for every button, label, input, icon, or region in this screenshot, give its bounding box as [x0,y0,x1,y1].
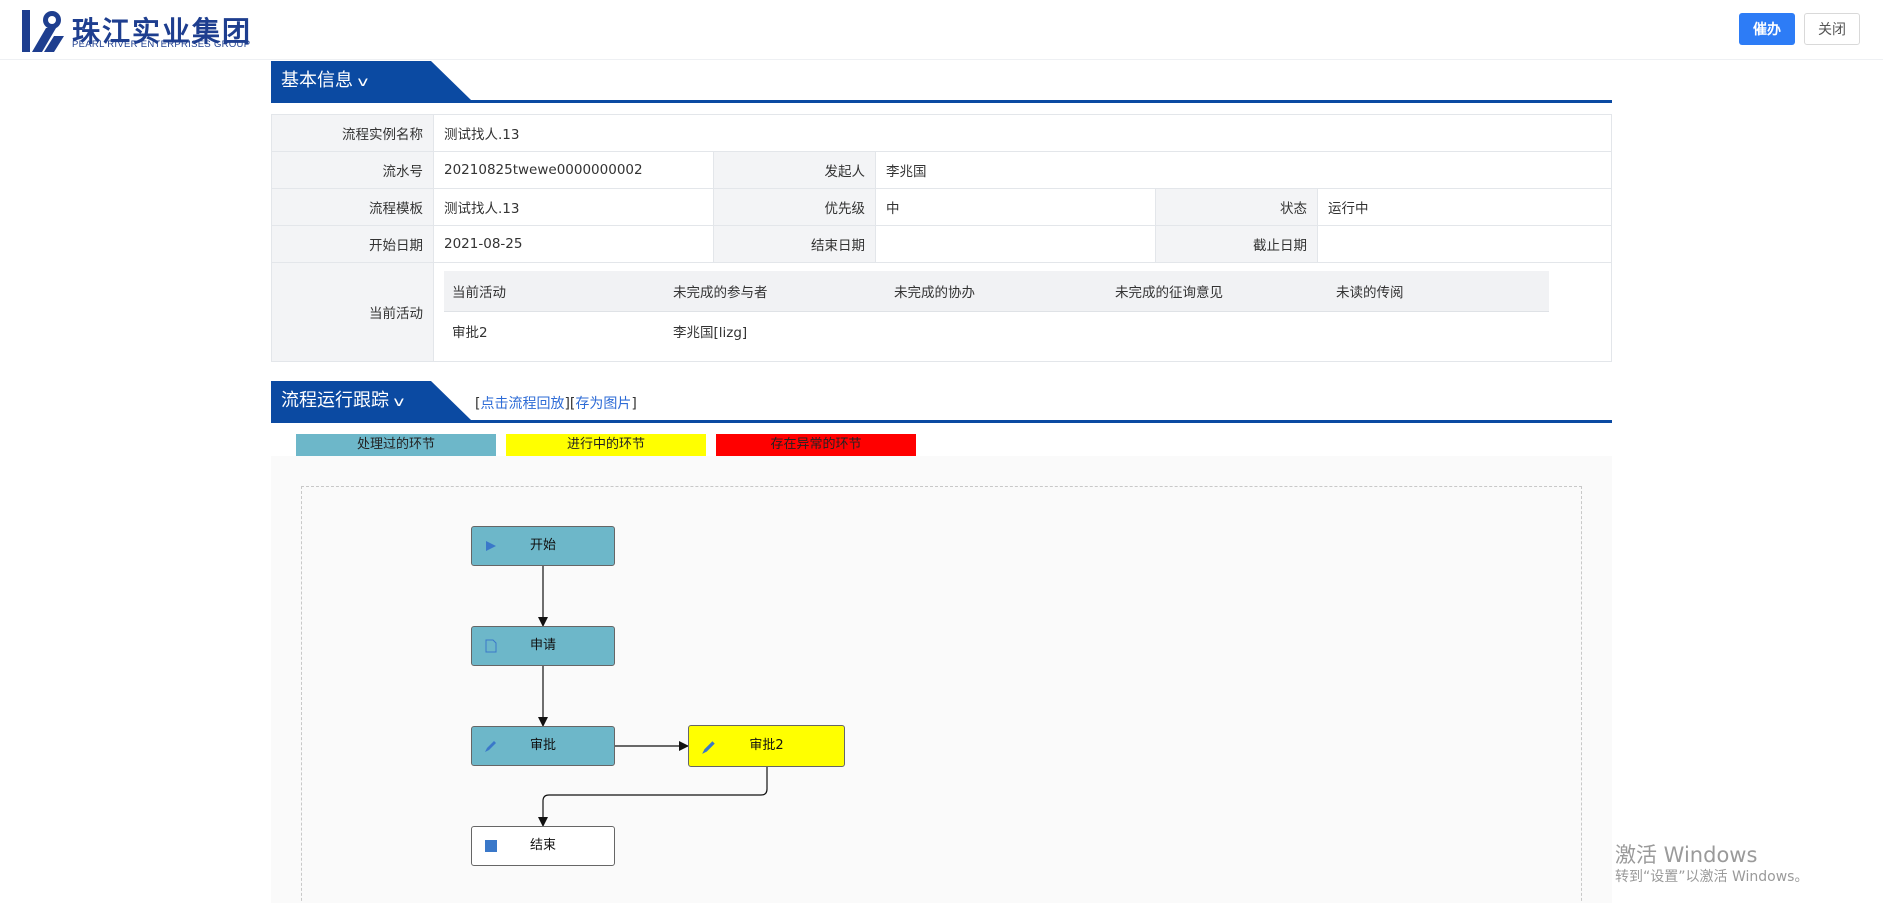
instance-name-label: 流程实例名称 [271,114,434,152]
windows-activation-title: 激活 Windows [1615,843,1758,867]
play-icon [486,541,496,551]
status-value: 运行中 [1317,188,1612,226]
serial-label: 流水号 [271,151,434,189]
trace-header: 流程运行跟踪 v [点击流程回放][存为图片] [271,381,1612,423]
activity-col-header: 未完成的征询意见 [1107,271,1328,312]
save-image-link[interactable]: 存为图片 [575,396,631,412]
deadline-label: 截止日期 [1155,225,1318,263]
basic-info-tab[interactable]: 基本信息 v [271,61,471,100]
replay-link[interactable]: 点击流程回放 [480,396,564,412]
top-bar: 珠江实业集团 PEARL RIVER ENTERPRISES GROUP 催办 … [0,0,1883,60]
current-activity-label: 当前活动 [271,262,434,362]
basic-info-header: 基本信息 v [271,61,1612,103]
end-date-value [875,225,1156,263]
serial-value: 20210825twewe0000000002 [433,151,714,189]
activity-col-header: 未完成的参与者 [665,271,886,312]
priority-value: 中 [875,188,1156,226]
flow-node-label: 开始 [529,538,556,553]
stop-icon [485,840,497,852]
pencil-icon [485,741,496,752]
logo-mark-icon [22,10,64,52]
legend-processed: 处理过的环节 [296,434,496,456]
instance-name-value: 测试找人.13 [433,114,1612,152]
urge-button[interactable]: 催办 [1739,13,1795,45]
basic-info-title: 基本信息 [281,70,353,91]
company-logo: 珠江实业集团 PEARL RIVER ENTERPRISES GROUP [22,8,272,54]
deadline-value [1317,225,1612,263]
activity-col-header: 未完成的协办 [886,271,1107,312]
legend-in-progress: 进行中的环节 [506,434,706,456]
pencil-icon [702,741,715,754]
flow-node-label: 结束 [529,838,556,853]
activity-cell [1107,311,1328,351]
start-date-label: 开始日期 [271,225,434,263]
activity-cell: 李兆国[lizg] [673,325,748,342]
activity-col-header: 当前活动 [444,271,665,312]
trace-links: [点击流程回放][存为图片] [475,393,637,413]
activity-cell [886,311,1107,351]
bracket-close: ] [631,396,637,412]
activity-col-header: 未读的传阅 [1328,271,1549,312]
priority-label: 优先级 [713,188,876,226]
trace-tab[interactable]: 流程运行跟踪 v [271,381,471,420]
chevron-down-icon: v [357,75,369,90]
start-date-value: 2021-08-25 [433,225,714,263]
chevron-down-icon: v [393,395,405,410]
template-value: 测试找人.13 [433,188,714,226]
flow-node-label: 审批 [529,738,556,753]
template-label: 流程模板 [271,188,434,226]
flow-node-end[interactable]: 结束 [471,826,615,866]
logo-name-en: PEARL RIVER ENTERPRISES GROUP [72,39,251,50]
close-button[interactable]: 关闭 [1804,13,1860,45]
activity-cell [1328,311,1549,351]
current-activity-table: 当前活动 未完成的参与者 未完成的协办 未完成的征询意见 未读的传阅 审批2 李… [444,271,1549,351]
flow-node-apply[interactable]: 申请 [471,626,615,666]
status-label: 状态 [1155,188,1318,226]
flow-node-label: 审批2 [749,738,784,753]
table-row: 审批2 李兆国[lizg] [444,311,1549,351]
flow-node-approve[interactable]: 审批 [471,726,615,766]
activity-cell: 审批2 [452,325,488,342]
initiator-label: 发起人 [713,151,876,189]
flow-node-start[interactable]: 开始 [471,526,615,566]
current-activity-cell: 当前活动 未完成的参与者 未完成的协办 未完成的征询意见 未读的传阅 审批2 李… [433,262,1612,362]
flow-node-label: 申请 [529,638,556,653]
document-icon [485,639,497,653]
trace-title: 流程运行跟踪 [281,390,389,411]
legend-exception: 存在异常的环节 [716,434,916,456]
flow-node-approve2[interactable]: 审批2 [688,725,845,767]
end-date-label: 结束日期 [713,225,876,263]
basic-info-table: 流程实例名称 测试找人.13 流水号 20210825twewe00000000… [271,114,1612,362]
initiator-value: 李兆国 [875,151,1612,189]
windows-activation-hint: 转到“设置”以激活 Windows。 [1615,869,1809,885]
bracket-mid: ][ [564,396,576,412]
